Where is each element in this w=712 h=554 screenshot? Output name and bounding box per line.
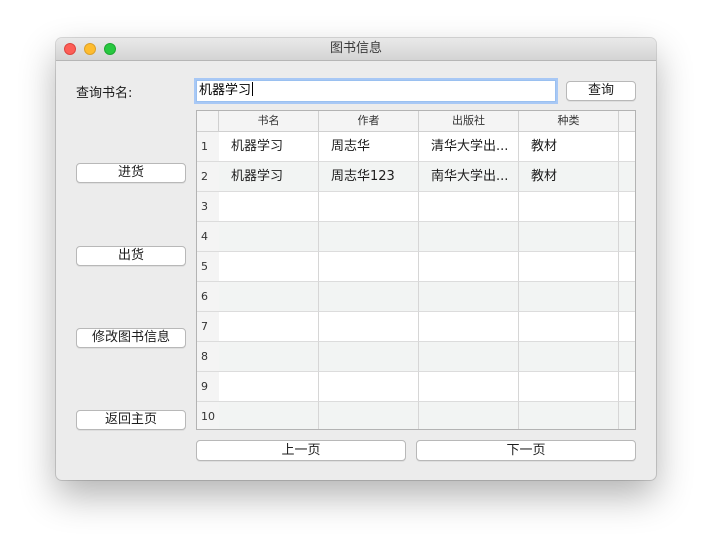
table-cell[interactable] [219,402,319,429]
table-cell[interactable] [319,252,419,282]
table-cell[interactable] [519,342,619,372]
table-cell[interactable] [419,222,519,252]
row-number[interactable]: 4 [197,222,219,252]
table-cell[interactable] [219,252,319,282]
table-cell[interactable] [419,312,519,342]
table-cell[interactable] [319,342,419,372]
stock-in-button[interactable]: 进货 [76,163,186,183]
edit-book-info-button[interactable]: 修改图书信息 [76,328,186,348]
text-caret [252,82,254,96]
column-header[interactable]: 书名 [219,111,319,132]
table-row-filler [619,342,635,372]
table-cell[interactable] [219,372,319,402]
table-row-filler [619,402,635,429]
window-title: 图书信息 [329,41,382,56]
table-cell[interactable] [219,312,319,342]
table-row-filler [619,312,635,342]
table-cell[interactable]: 清华大学出... [419,132,519,162]
table-cell[interactable] [319,192,419,222]
column-header[interactable]: 作者 [319,111,419,132]
row-number[interactable]: 8 [197,342,219,372]
table-row-filler [619,192,635,222]
query-button[interactable]: 查询 [566,81,636,101]
search-input-value: 机器学习 [199,83,252,98]
table-cell[interactable] [319,402,419,429]
row-number[interactable]: 1 [197,132,219,162]
table-cell[interactable] [319,222,419,252]
query-label: 查询书名: [76,86,133,101]
row-number[interactable]: 6 [197,282,219,312]
table-cell[interactable]: 周志华 [319,132,419,162]
table-cell[interactable] [519,372,619,402]
next-page-button[interactable]: 下一页 [416,440,636,461]
table-row-filler [619,132,635,162]
table-cell[interactable] [219,222,319,252]
table-cell[interactable] [519,402,619,429]
table-row-filler [619,372,635,402]
table-cell[interactable] [519,252,619,282]
column-header-filler [619,111,635,132]
row-number[interactable]: 7 [197,312,219,342]
table-cell[interactable]: 机器学习 [219,162,319,192]
table-cell[interactable] [319,312,419,342]
table-cell[interactable]: 教材 [519,162,619,192]
table-corner [197,111,219,132]
table-cell[interactable]: 周志华123 [319,162,419,192]
table-cell[interactable] [419,372,519,402]
table-cell[interactable] [519,282,619,312]
table-cell[interactable] [219,282,319,312]
previous-page-button[interactable]: 上一页 [196,440,406,461]
table-cell[interactable]: 南华大学出... [419,162,519,192]
table-cell[interactable] [519,312,619,342]
table-cell[interactable] [219,192,319,222]
row-number[interactable]: 5 [197,252,219,282]
table-row-filler [619,252,635,282]
column-header[interactable]: 种类 [519,111,619,132]
column-header[interactable]: 出版社 [419,111,519,132]
book-table[interactable]: 书名 作者 出版社 种类 1 机器学习 周志华 清华大学出... 教材 2 机器学习 周志华123 南华… [196,110,636,430]
book-info-window: 图书信息 查询书名: 机器学习 查询 进货 出货 修改图书信息 返回主页 书名作… [56,38,656,480]
table-cell[interactable] [219,342,319,372]
table-cell[interactable] [419,192,519,222]
row-number[interactable]: 3 [197,192,219,222]
table-cell[interactable]: 机器学习 [219,132,319,162]
row-number[interactable]: 10 [197,402,219,429]
table-cell[interactable] [519,222,619,252]
table-row-filler [619,162,635,192]
table-cell[interactable] [519,192,619,222]
table-cell[interactable] [319,282,419,312]
table-row-filler [619,282,635,312]
stock-out-button[interactable]: 出货 [76,246,186,266]
table-row-filler [619,222,635,252]
row-number[interactable]: 9 [197,372,219,402]
table-cell[interactable] [319,372,419,402]
title-bar: 图书信息 [56,38,656,61]
book-name-search-input[interactable]: 机器学习 [196,80,556,102]
table-cell[interactable] [419,252,519,282]
table-cell[interactable] [419,402,519,429]
row-number[interactable]: 2 [197,162,219,192]
table-cell[interactable] [419,282,519,312]
return-home-button[interactable]: 返回主页 [76,410,186,430]
table-cell[interactable] [419,342,519,372]
table-cell[interactable]: 教材 [519,132,619,162]
